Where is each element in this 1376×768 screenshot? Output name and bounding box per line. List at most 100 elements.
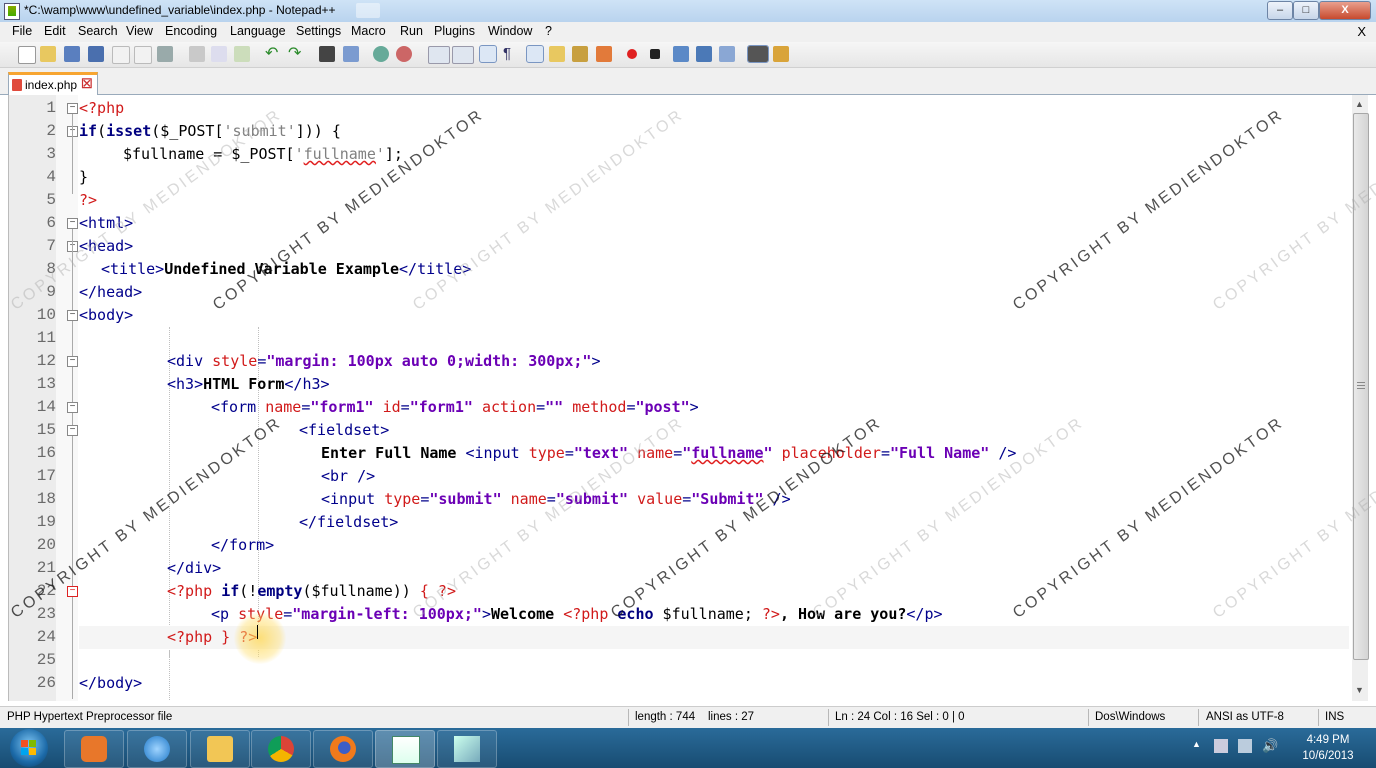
line-number-gutter: 1 2 3 4 5 6 7 8 9 10 11 12 13 14 15 16 1… (9, 95, 56, 701)
tab-close-icon[interactable]: ☒ (81, 76, 93, 92)
paste-icon[interactable] (234, 46, 250, 62)
code-line: </head> (79, 283, 143, 301)
code-line-current: <?php } ?> (79, 626, 1349, 649)
taskbar-notepad-plus-plus[interactable] (375, 730, 435, 768)
status-lines: lines : 27 (708, 711, 755, 723)
show-all-chars-icon[interactable]: ¶ (503, 46, 519, 62)
line-number: 4 (46, 168, 56, 186)
stop-macro-icon[interactable] (650, 49, 660, 59)
save-macro-icon[interactable] (719, 46, 735, 62)
vertical-scrollbar[interactable]: ▲ ▼ (1352, 95, 1369, 701)
extra-plugin-icon[interactable] (773, 46, 789, 62)
undo-icon[interactable]: ↶ (265, 46, 281, 62)
fold-marker[interactable]: − (67, 402, 78, 413)
menu-edit[interactable]: Edit (44, 24, 66, 38)
line-number: 10 (36, 306, 56, 324)
tab-index-php[interactable]: index.php ☒ (8, 72, 98, 96)
play-macro-icon[interactable] (673, 46, 689, 62)
fold-marker[interactable]: − (67, 356, 78, 367)
taskbar-internet-explorer[interactable] (127, 730, 187, 768)
close-document-button[interactable]: X (1357, 24, 1366, 39)
run-macro-multiple-icon[interactable] (696, 46, 712, 62)
fold-marker[interactable]: − (67, 310, 78, 321)
firefox-icon (330, 736, 356, 762)
function-list-icon[interactable] (596, 46, 612, 62)
fold-marker[interactable]: − (67, 103, 78, 114)
doc-map-icon[interactable] (572, 46, 588, 62)
sync-v-icon[interactable] (428, 46, 450, 64)
fold-marker[interactable]: − (67, 586, 78, 597)
redo-icon[interactable]: ↷ (288, 46, 304, 62)
open-file-icon[interactable] (40, 46, 56, 62)
taskbar-extra-app[interactable] (437, 730, 497, 768)
word-wrap-icon[interactable] (479, 45, 497, 63)
maximize-button[interactable]: □ (1293, 1, 1319, 20)
save-icon[interactable] (64, 46, 80, 62)
tray-action-center-icon[interactable] (1214, 739, 1228, 753)
print-icon[interactable] (157, 46, 173, 62)
start-button[interactable] (10, 729, 48, 767)
record-macro-icon[interactable] (627, 49, 637, 59)
line-number: 8 (46, 260, 56, 278)
line-number: 26 (36, 674, 56, 692)
code-line: <body> (79, 306, 134, 324)
find-icon[interactable] (319, 46, 335, 62)
status-insert-mode: INS (1325, 711, 1345, 723)
scrollbar-thumb[interactable] (1353, 113, 1369, 660)
fold-marker[interactable]: − (67, 425, 78, 436)
tab-label: index.php (25, 78, 78, 92)
close-icon[interactable] (112, 46, 130, 64)
replace-icon[interactable] (343, 46, 359, 62)
code-line: <p style="margin-left: 100px;">Welcome <… (211, 605, 943, 623)
menu-plugins[interactable]: Plugins (434, 24, 475, 38)
code-line: <input type="submit" name="submit" value… (321, 490, 791, 508)
ds-plugin-icon[interactable] (747, 45, 769, 63)
fold-marker[interactable]: − (67, 218, 78, 229)
status-bar: PHP Hypertext Preprocessor file length :… (0, 706, 1376, 729)
user-lang-icon[interactable] (549, 46, 565, 62)
extra-app-icon (454, 736, 480, 762)
taskbar-firefox[interactable] (313, 730, 373, 768)
taskbar-clock[interactable]: 4:49 PM 10/6/2013 (1290, 732, 1366, 764)
save-all-icon[interactable] (88, 46, 104, 62)
menu-view[interactable]: View (126, 24, 153, 38)
sync-h-icon[interactable] (452, 46, 474, 64)
status-position: Ln : 24 Col : 16 Sel : 0 | 0 (835, 711, 965, 723)
scroll-up-icon[interactable]: ▲ (1355, 99, 1364, 109)
scroll-down-icon[interactable]: ▼ (1355, 685, 1364, 695)
menu-file[interactable]: File (12, 24, 32, 38)
line-number: 5 (46, 191, 56, 209)
zoom-out-icon[interactable] (396, 46, 412, 62)
tray-expand-icon[interactable]: ▲ (1192, 739, 1206, 753)
minimize-button[interactable]: – (1267, 1, 1293, 20)
copy-icon[interactable] (211, 46, 227, 62)
thumb-grip (1357, 388, 1365, 389)
new-file-icon[interactable] (18, 46, 36, 64)
zoom-in-icon[interactable] (373, 46, 389, 62)
menu-language[interactable]: Language (230, 24, 286, 38)
cut-icon[interactable] (189, 46, 205, 62)
menu-search[interactable]: Search (78, 24, 118, 38)
taskbar-file-explorer[interactable] (190, 730, 250, 768)
menu-help[interactable]: ? (545, 24, 552, 38)
menu-encoding[interactable]: Encoding (165, 24, 217, 38)
menu-macro[interactable]: Macro (351, 24, 386, 38)
code-line: </div> (167, 559, 222, 577)
tab-bar: index.php ☒ (0, 68, 1376, 96)
close-all-icon[interactable] (134, 46, 152, 64)
tray-volume-icon[interactable]: 🔊 (1262, 739, 1278, 753)
status-length: length : 744 (635, 711, 696, 723)
tray-network-icon[interactable] (1238, 739, 1252, 753)
code-editor[interactable]: 1 2 3 4 5 6 7 8 9 10 11 12 13 14 15 16 1… (8, 95, 1353, 701)
menu-window[interactable]: Window (488, 24, 532, 38)
taskbar-chrome[interactable] (251, 730, 311, 768)
file-explorer-icon (207, 736, 233, 762)
menu-run[interactable]: Run (400, 24, 423, 38)
taskbar-media-player[interactable] (64, 730, 124, 768)
indent-guide-icon[interactable] (526, 45, 544, 63)
close-button[interactable]: X (1319, 1, 1371, 20)
media-player-icon (81, 736, 107, 762)
menu-settings[interactable]: Settings (296, 24, 341, 38)
line-number: 15 (36, 421, 56, 439)
